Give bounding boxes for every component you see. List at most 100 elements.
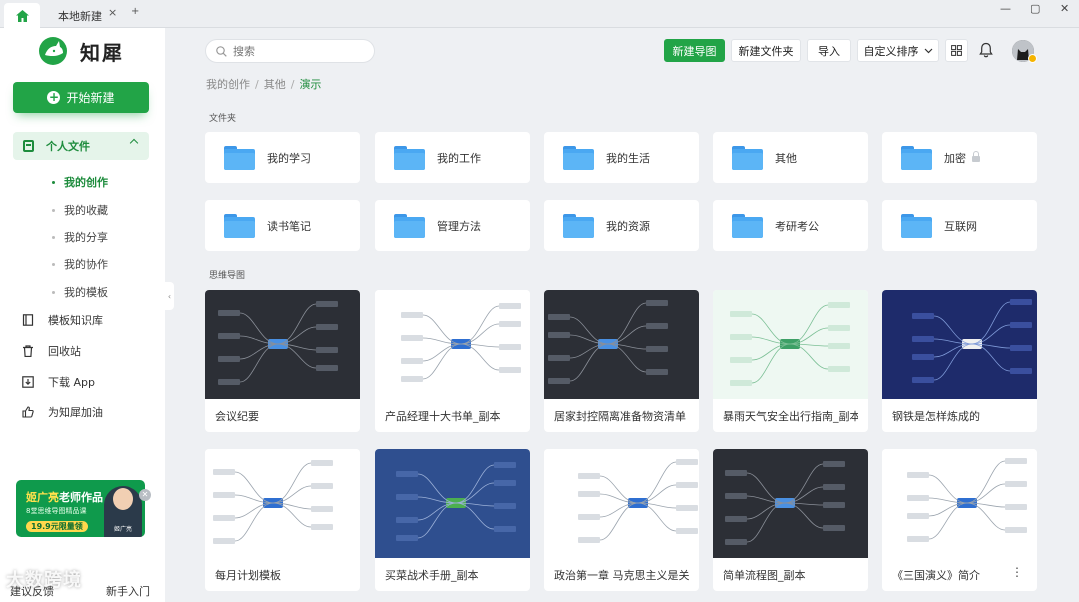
bell-icon [979, 42, 993, 58]
new-folder-button[interactable]: 新建文件夹 [731, 39, 801, 62]
mindmap-card[interactable]: 会议纪要 [205, 290, 360, 432]
sidebar-item-my-favorites[interactable]: 我的收藏 [52, 202, 108, 218]
promo-price-badge: 19.9元限量领 [26, 521, 88, 532]
maximize-icon[interactable]: ▢ [1030, 2, 1040, 15]
mindmap-title: 政治第一章 马克思主义是关于... [554, 569, 689, 582]
folder-card[interactable]: 读书笔记 [205, 200, 360, 251]
rhino-logo-icon [39, 37, 67, 65]
folder-icon [563, 145, 594, 170]
mindmaps-section-label: 思维导图 [209, 271, 246, 281]
grid-view-button[interactable] [945, 39, 968, 62]
mindmap-title: 产品经理十大书单_副本 [385, 410, 501, 423]
mindmap-title: 简单流程图_副本 [723, 569, 806, 582]
personal-files-section[interactable]: 个人文件 [13, 132, 149, 160]
bullet-dot [52, 262, 55, 266]
grid-icon [951, 45, 962, 56]
book-icon [22, 314, 34, 326]
mindmap-title: 每月计划模板 [215, 569, 281, 582]
tab-close-icon[interactable]: × [108, 6, 117, 19]
folder-icon [732, 145, 763, 170]
sidebar-item-download-app[interactable]: 下载 App [22, 374, 95, 390]
sidebar-item-template-library[interactable]: 模板知识库 [22, 312, 103, 328]
mindmap-card[interactable]: 买菜战术手册_副本 [375, 449, 530, 591]
folder-card[interactable]: 管理方法 [375, 200, 530, 251]
mindmap-card[interactable]: 钢铁是怎样炼成的 [882, 290, 1037, 432]
folder-card[interactable]: 我的生活 [544, 132, 699, 183]
sidebar-item-trash[interactable]: 回收站 [22, 343, 81, 359]
mindmap-thumbnail [544, 290, 699, 399]
collapse-sidebar-handle[interactable]: ‹ [165, 282, 174, 310]
sidebar-item-my-collaborations[interactable]: 我的协作 [52, 256, 108, 272]
nav-item-label: 模板知识库 [48, 314, 103, 327]
notification-button[interactable] [979, 42, 993, 62]
folder-icon [394, 145, 425, 170]
breadcrumb-item[interactable]: 我的创作 [206, 78, 250, 91]
mindmap-card[interactable]: 简单流程图_副本 [713, 449, 868, 591]
promo-teacher-name: 姬广亮 [114, 526, 133, 533]
search-input[interactable] [233, 44, 353, 58]
folder-icon [224, 213, 255, 238]
sidebar-item-label: 我的模板 [64, 286, 108, 299]
folder-icon [732, 213, 763, 238]
lock-icon [972, 150, 980, 162]
search-box[interactable] [205, 39, 375, 63]
beginner-guide-link[interactable]: 新手入门 [106, 583, 150, 599]
sidebar-item-my-templates[interactable]: 我的模板 [52, 284, 108, 300]
mindmap-thumbnail [713, 290, 868, 399]
mindmap-card[interactable]: 暴雨天气安全出行指南_副本 [713, 290, 868, 432]
start-new-button[interactable]: + 开始新建 [13, 82, 149, 113]
close-window-icon[interactable]: ✕ [1060, 2, 1069, 15]
download-icon [22, 376, 34, 388]
trash-icon [23, 345, 33, 357]
home-tab[interactable] [4, 3, 40, 28]
folder-card[interactable]: 其他 [713, 132, 868, 183]
mindmap-title: 会议纪要 [215, 410, 259, 423]
start-new-label: 开始新建 [66, 91, 115, 105]
more-options-icon[interactable]: ⋮ [1011, 565, 1023, 579]
sort-label: 自定义排序 [863, 44, 919, 58]
folder-card[interactable]: 我的资源 [544, 200, 699, 251]
breadcrumb-separator: / [255, 78, 259, 91]
tab-bar: 本地新建 × + — ▢ ✕ [0, 0, 1079, 28]
document-tab[interactable]: 本地新建 [44, 3, 140, 28]
minimize-icon[interactable]: — [1000, 2, 1011, 15]
mindmap-card[interactable]: 每月计划模板 [205, 449, 360, 591]
new-mindmap-button[interactable]: 新建导图 [664, 39, 725, 62]
folder-name: 我的资源 [606, 219, 650, 233]
mindmap-card[interactable]: 居家封控隔离准备物资清单 [544, 290, 699, 432]
mindmap-card[interactable]: 产品经理十大书单_副本 [375, 290, 530, 432]
mindmap-thumbnail [882, 449, 1037, 558]
folder-card[interactable]: 考研考公 [713, 200, 868, 251]
watermark-logo: 大数跨境 [6, 570, 82, 591]
vip-badge [1028, 54, 1037, 63]
folder-card[interactable]: 互联网 [882, 200, 1037, 251]
mindmap-card[interactable]: 政治第一章 马克思主义是关于... [544, 449, 699, 591]
folder-card[interactable]: 我的工作 [375, 132, 530, 183]
bullet-dot [52, 208, 55, 212]
folder-name: 其他 [775, 151, 797, 165]
mindmap-card[interactable]: 《三国演义》简介 ⋮ [882, 449, 1037, 591]
sort-dropdown[interactable]: 自定义排序 [857, 39, 939, 62]
personal-files-label: 个人文件 [46, 140, 90, 153]
folder-card[interactable]: 我的学习 [205, 132, 360, 183]
promo-teacher: 姬广亮 [26, 491, 59, 504]
sidebar-item-cheer[interactable]: 为知犀加油 [22, 404, 103, 420]
promo-banner[interactable]: 姬广亮老师作品 8堂思维导图精品课 19.9元限量领 姬广亮 [16, 480, 145, 537]
document-tab-label: 本地新建 [58, 9, 102, 23]
import-button[interactable]: 导入 [807, 39, 851, 62]
folder-card[interactable]: 加密 [882, 132, 1037, 183]
thumbs-up-icon [22, 406, 34, 418]
breadcrumb-current: 演示 [299, 78, 322, 91]
mindmap-title: 《三国演义》简介 [892, 569, 980, 582]
folder-name: 加密 [944, 151, 966, 165]
folder-name: 我的学习 [267, 151, 311, 165]
mindmap-thumbnail [205, 449, 360, 558]
promo-close-icon[interactable]: ✕ [139, 489, 151, 501]
sidebar-item-my-creations[interactable]: 我的创作 [52, 174, 108, 190]
sidebar-item-my-shares[interactable]: 我的分享 [52, 229, 108, 245]
mindmap-title: 钢铁是怎样炼成的 [892, 410, 980, 423]
breadcrumb-item[interactable]: 其他 [264, 78, 286, 91]
mindmap-thumbnail [205, 290, 360, 399]
bullet-dot [52, 180, 55, 184]
tab-add-icon[interactable]: + [131, 6, 139, 17]
